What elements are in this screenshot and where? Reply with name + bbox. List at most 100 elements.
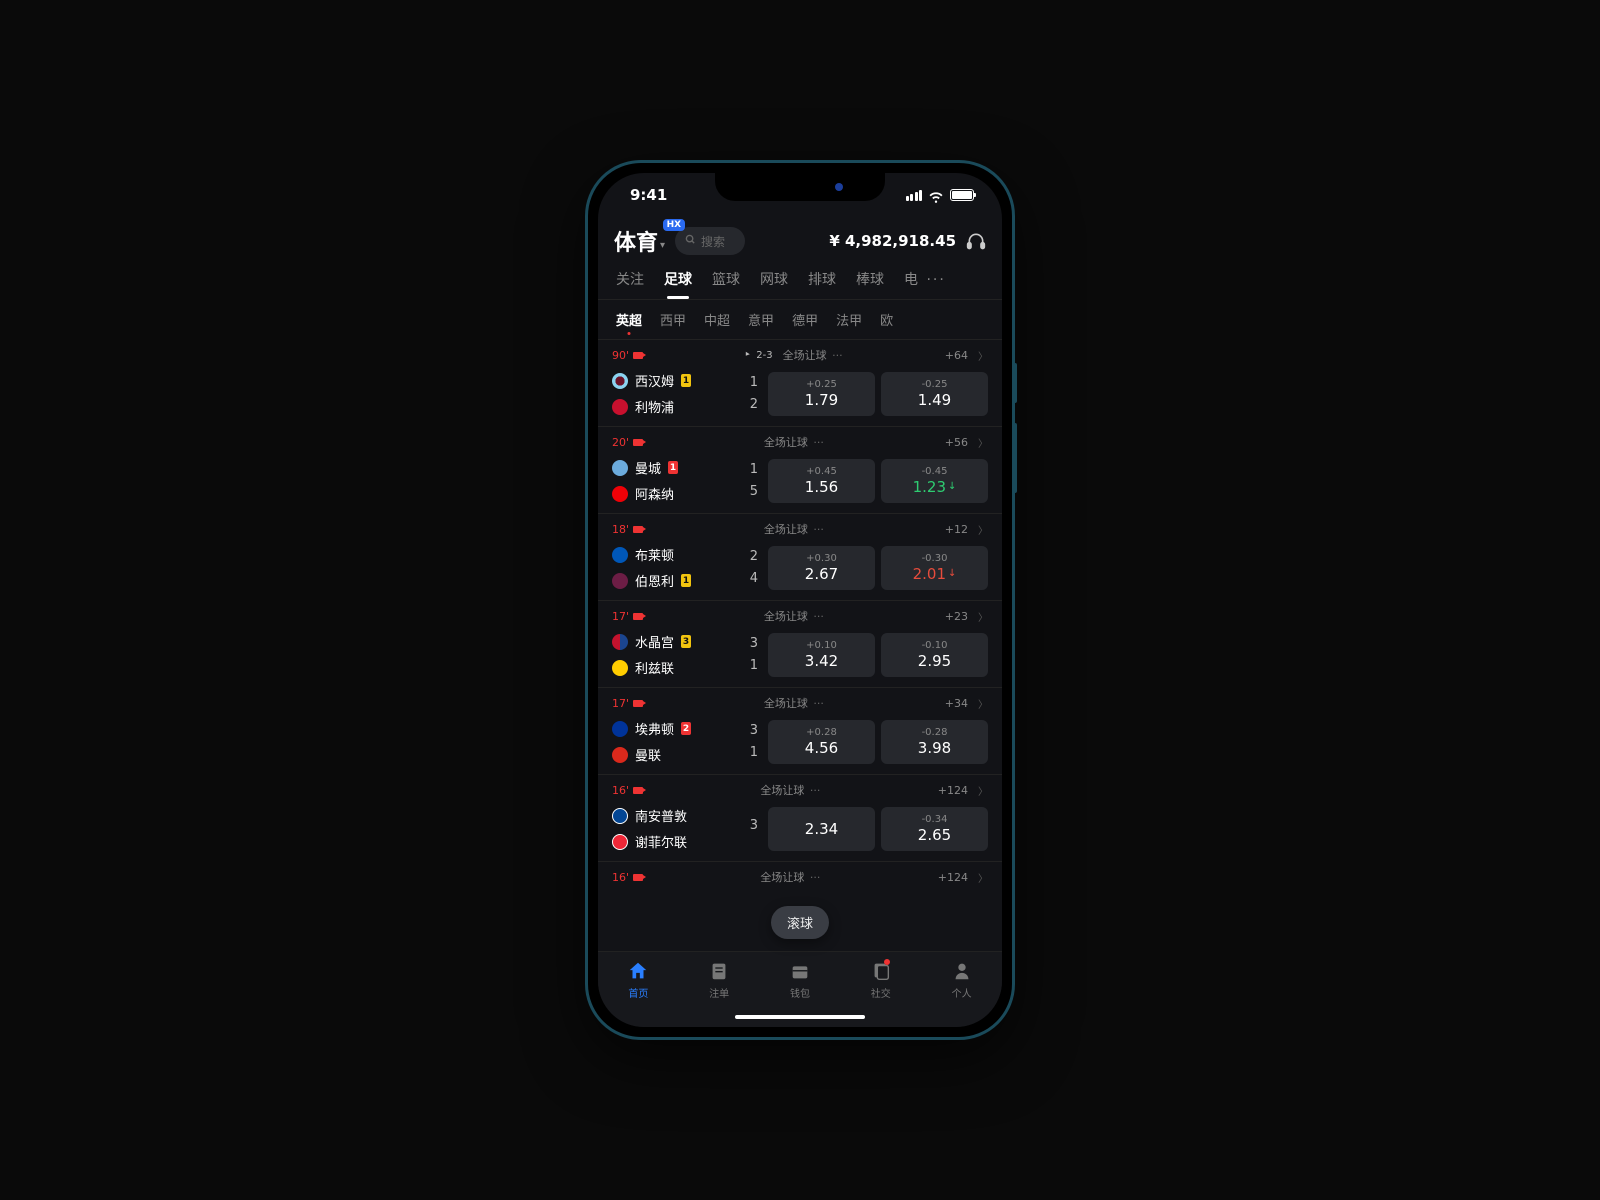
- score-column: 24: [742, 549, 758, 586]
- search-icon: [685, 234, 696, 248]
- nav-item-wallet[interactable]: 钱包: [789, 960, 811, 1000]
- nav-icon: [708, 960, 730, 982]
- team-row: 水晶宫 3: [612, 632, 732, 651]
- odds-value: 1.49: [918, 391, 951, 409]
- live-time: 18': [612, 523, 643, 536]
- search-input[interactable]: 搜索: [675, 227, 745, 255]
- odds-button[interactable]: +0.10 3.42: [768, 633, 875, 677]
- sport-tab[interactable]: 电 ···: [904, 269, 946, 299]
- card-icon: 1: [668, 461, 678, 474]
- nav-item-social[interactable]: 社交: [870, 960, 892, 1000]
- odds-button[interactable]: -0.10 2.95: [881, 633, 988, 677]
- team-name: 埃弗顿: [635, 719, 674, 738]
- chevron-right-icon: 〉: [978, 435, 988, 450]
- odds-button[interactable]: 2.34: [768, 807, 875, 851]
- score-column: 12: [742, 375, 758, 412]
- team-crest-icon: [612, 460, 628, 476]
- team-crest-icon: [612, 399, 628, 415]
- odds-button[interactable]: -0.30 2.01↓: [881, 546, 988, 590]
- sport-tab[interactable]: 篮球: [712, 269, 740, 299]
- match-list[interactable]: 90' 2-3 全场让球 ··· +64 〉 西汉姆 1 利物浦 12+0.25…: [598, 339, 1002, 951]
- nav-item-profile[interactable]: 个人: [951, 960, 973, 1000]
- nav-icon: [627, 960, 649, 982]
- team-row: 利兹联: [612, 658, 732, 677]
- odds-value: 1.23↓: [913, 478, 957, 496]
- live-pill[interactable]: 滚球: [771, 906, 829, 939]
- league-tab[interactable]: 德甲: [792, 310, 818, 329]
- team-name: 水晶宫: [635, 632, 674, 651]
- match-row[interactable]: 20' 全场让球 ··· +56 〉 曼城 1 阿森纳 15+0.45 1.56…: [598, 426, 1002, 513]
- odds-button[interactable]: -0.28 3.98: [881, 720, 988, 764]
- search-placeholder: 搜索: [701, 233, 725, 250]
- nav-label: 注单: [709, 985, 729, 1000]
- team-crest-icon: [612, 721, 628, 737]
- odds-button[interactable]: -0.45 1.23↓: [881, 459, 988, 503]
- match-header: 90' 2-3 全场让球 ··· +64 〉: [598, 340, 1002, 367]
- card-icon: 1: [681, 374, 691, 387]
- more-markets[interactable]: +124: [938, 784, 968, 797]
- match-row[interactable]: 90' 2-3 全场让球 ··· +64 〉 西汉姆 1 利物浦 12+0.25…: [598, 339, 1002, 426]
- chevron-right-icon: 〉: [978, 348, 988, 363]
- chevron-right-icon: 〉: [978, 696, 988, 711]
- match-body: 南安普敦 谢菲尔联 3 2.34-0.34 2.65: [598, 802, 1002, 861]
- league-tab[interactable]: 英超: [616, 310, 642, 329]
- phone-frame: 9:41 体育 HX ▾ 搜索 ¥ 4,982,918.45: [585, 160, 1015, 1040]
- odds-value: 3.98: [918, 739, 951, 757]
- nav-item-home[interactable]: 首页: [627, 960, 649, 1000]
- sport-tab[interactable]: 关注: [616, 269, 644, 299]
- more-markets[interactable]: +34: [945, 697, 968, 710]
- league-tab[interactable]: 西甲: [660, 310, 686, 329]
- handicap: +0.28: [806, 727, 837, 738]
- handicap: +0.25: [806, 379, 837, 390]
- sport-tab[interactable]: 排球: [808, 269, 836, 299]
- league-tab[interactable]: 意甲: [748, 310, 774, 329]
- match-row[interactable]: 18' 全场让球 ··· +12 〉 布莱顿 伯恩利 124+0.30 2.67…: [598, 513, 1002, 600]
- sport-tab[interactable]: 网球: [760, 269, 788, 299]
- nav-label: 首页: [628, 985, 648, 1000]
- league-tab[interactable]: 欧: [880, 310, 893, 329]
- score-column: 3: [742, 818, 758, 840]
- odds-button[interactable]: +0.25 1.79: [768, 372, 875, 416]
- headset-icon[interactable]: [966, 231, 986, 251]
- score-column: 31: [742, 636, 758, 673]
- card-icon: 1: [681, 574, 691, 587]
- bet-type-label: 全场让球 ···: [764, 521, 824, 537]
- nav-item-bets[interactable]: 注单: [708, 960, 730, 1000]
- away-score: 1: [742, 745, 758, 760]
- team-row: 阿森纳: [612, 484, 732, 503]
- balance[interactable]: ¥ 4,982,918.45: [829, 232, 956, 250]
- sport-tab[interactable]: 足球: [664, 269, 692, 299]
- sport-tab[interactable]: 棒球: [856, 269, 884, 299]
- odds-value: 1.79: [805, 391, 838, 409]
- match-row[interactable]: 17' 全场让球 ··· +34 〉 埃弗顿 2 曼联 31+0.28 4.56…: [598, 687, 1002, 774]
- match-row[interactable]: 16' 全场让球 ··· +124 〉: [598, 861, 1002, 889]
- home-score: 3: [742, 818, 758, 833]
- odds-button[interactable]: -0.25 1.49: [881, 372, 988, 416]
- nav-icon: [789, 960, 811, 982]
- team-name: 南安普敦: [635, 806, 687, 825]
- handicap: +0.30: [806, 553, 837, 564]
- odds-button[interactable]: -0.34 2.65: [881, 807, 988, 851]
- league-tab[interactable]: 中超: [704, 310, 730, 329]
- handicap: -0.34: [922, 814, 948, 825]
- nav-icon: [951, 960, 973, 982]
- team-crest-icon: [612, 373, 628, 389]
- match-row[interactable]: 17' 全场让球 ··· +23 〉 水晶宫 3 利兹联 31+0.10 3.4…: [598, 600, 1002, 687]
- more-markets[interactable]: +12: [945, 523, 968, 536]
- team-row: 谢菲尔联: [612, 832, 732, 851]
- league-tab[interactable]: 法甲: [836, 310, 862, 329]
- more-markets[interactable]: +64: [945, 349, 968, 362]
- side-button: [1013, 363, 1017, 403]
- more-markets[interactable]: +56: [945, 436, 968, 449]
- odds-button[interactable]: +0.45 1.56: [768, 459, 875, 503]
- match-row[interactable]: 16' 全场让球 ··· +124 〉 南安普敦 谢菲尔联 3 2.34-0.3…: [598, 774, 1002, 861]
- more-markets[interactable]: +23: [945, 610, 968, 623]
- title-dropdown[interactable]: 体育 HX ▾: [614, 225, 665, 257]
- odds-button[interactable]: +0.28 4.56: [768, 720, 875, 764]
- more-markets[interactable]: +124: [938, 871, 968, 884]
- home-score: 1: [742, 462, 758, 477]
- odds-button[interactable]: +0.30 2.67: [768, 546, 875, 590]
- camera-icon: [633, 613, 643, 620]
- team-crest-icon: [612, 573, 628, 589]
- team-crest-icon: [612, 634, 628, 650]
